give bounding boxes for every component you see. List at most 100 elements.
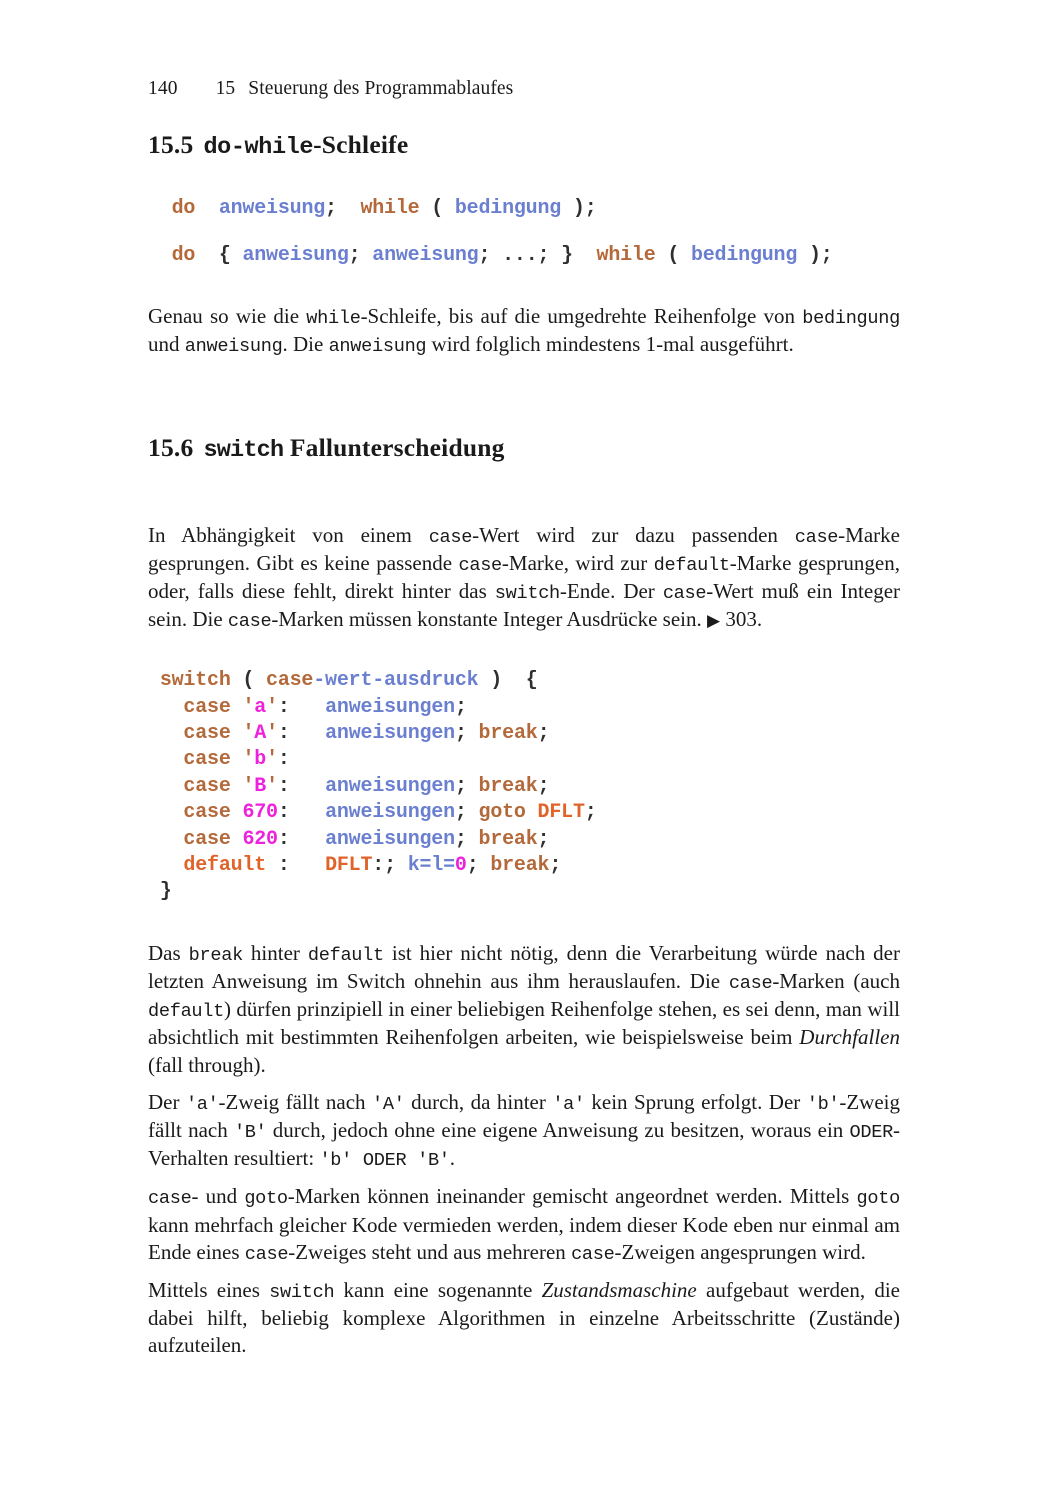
inline-code-break: break — [188, 944, 244, 966]
code-punct: ) { — [478, 669, 538, 693]
code-punct: { — [195, 243, 243, 267]
inline-code-anweisung: anweisung — [184, 336, 283, 358]
code-punct: ; — [454, 801, 479, 825]
char-literal: b — [254, 748, 267, 772]
text-run: -Schleife, bis auf die umgedrehte Reihen… — [360, 303, 803, 328]
text-run: -Marke, wird zur — [501, 550, 654, 575]
code-punct: ; — [466, 853, 491, 877]
emphasis-zustandsmaschine: Zustandsmaschine — [541, 1277, 697, 1302]
code-punct: ; — [537, 827, 550, 851]
quote-mark: ' — [242, 774, 255, 798]
text-run: ) dürfen prinzipiell in einer beliebigen… — [148, 997, 900, 1050]
code-punct: ; — [537, 774, 550, 798]
paragraph-fallthrough: Der 'a'-Zweig fällt nach 'A' durch, da h… — [148, 1089, 900, 1174]
inline-code-char-A: 'A' — [372, 1093, 405, 1115]
keyword-while: while — [360, 197, 420, 221]
identifier-anweisungen: anweisungen — [325, 827, 455, 851]
text-run: hinter — [242, 940, 308, 965]
code-punct: ( — [419, 197, 455, 221]
keyword-while: while — [596, 243, 656, 267]
quote-mark: ' — [266, 695, 278, 719]
text-run: -Ende. Der — [559, 578, 663, 603]
code-punct: ; — [348, 243, 373, 267]
text-run: Genau so wie die — [148, 303, 307, 328]
identifier-anweisungen: anweisungen — [325, 695, 455, 719]
keyword-case: case — [183, 748, 231, 772]
identifier-anweisung: anweisung — [372, 243, 479, 267]
quote-mark: ' — [242, 695, 255, 719]
code-punct: ; — [454, 721, 479, 745]
code-punct: : — [277, 748, 290, 772]
inline-code-case: case — [794, 526, 839, 548]
triangle-right-icon: ▶ — [706, 611, 721, 631]
inline-code-bedingung: bedingung — [802, 307, 900, 329]
char-literal: A — [254, 721, 267, 745]
code-punct: ; — [549, 853, 562, 877]
code-punct: ( — [655, 243, 691, 267]
inline-code-goto: goto — [244, 1188, 288, 1210]
section-title-rest: Fallunterscheidung — [289, 433, 505, 463]
text-run: und — [148, 332, 185, 357]
section-title-rest: -Schleife — [313, 130, 409, 159]
text-run: -Wert wird zur dazu passenden — [472, 522, 795, 547]
inline-code-case: case — [428, 526, 473, 548]
label-dflt: DFLT — [325, 853, 373, 877]
inline-code-case: case — [458, 554, 502, 576]
text-run: . Die — [282, 332, 329, 357]
code-block-switch: switch ( case-wert-ausdruck ) { case 'a'… — [148, 668, 900, 906]
keyword-break: break — [478, 827, 538, 851]
text-run: -Marken müssen konstante Integer Ausdrüc… — [271, 607, 707, 632]
inline-code-switch: switch — [494, 582, 560, 604]
keyword-break: break — [478, 721, 538, 745]
text-run: Der — [148, 1089, 186, 1114]
code-punct: : — [277, 774, 326, 798]
code-block-do-while-block: do { anweisung; anweisung; ...; } while … — [148, 243, 900, 269]
code-punct: ; — [454, 695, 467, 719]
keyword-break: break — [490, 853, 550, 877]
keyword-case: case — [183, 721, 231, 745]
inline-code-char-a: 'a' — [185, 1093, 219, 1115]
text-run: kann eine sogenannte — [334, 1277, 542, 1302]
code-punct: ; — [537, 721, 550, 745]
label-dflt: DFLT — [537, 801, 585, 825]
text-run: -Zweig fällt nach — [218, 1089, 373, 1114]
identifier-anweisungen: anweisungen — [325, 721, 455, 745]
section-number: 15.6 — [148, 433, 194, 463]
text-run: Das — [148, 940, 189, 965]
code-punct: ); — [797, 243, 833, 267]
numeric-literal: 0 — [454, 853, 467, 877]
code-punct: ; — [584, 801, 597, 825]
text-run: kein Sprung erfolgt. Der — [584, 1089, 807, 1114]
keyword-switch: switch — [159, 669, 231, 693]
keyword-case: case — [183, 827, 231, 851]
paragraph-break-default: Das break hinter default ist hier nicht … — [148, 940, 900, 1079]
chapter-number: 15 — [215, 78, 236, 99]
code-punct: : — [277, 827, 326, 851]
identifier-anweisungen: anweisungen — [325, 801, 455, 825]
inline-code-char-a: 'a' — [552, 1093, 585, 1115]
char-literal: B — [254, 774, 267, 798]
code-punct: : — [277, 801, 326, 825]
numeric-literal: 620 — [242, 827, 278, 851]
paragraph-do-while: Genau so wie die while-Schleife, bis auf… — [148, 303, 900, 359]
code-punct: ); — [561, 197, 597, 221]
quote-mark: ' — [242, 721, 255, 745]
inline-code-char-b: 'b' — [806, 1093, 840, 1115]
section-heading-15-6: 15.6 switch Fallunterscheidung — [148, 433, 900, 465]
keyword-case: case — [183, 695, 231, 719]
inline-code-case: case — [148, 1188, 192, 1210]
inline-code-case: case — [728, 972, 773, 994]
cross-reference-page: 303. — [725, 607, 763, 632]
text-run: -Zweigen angesprungen wird. — [614, 1239, 866, 1264]
char-literal: a — [254, 695, 267, 719]
